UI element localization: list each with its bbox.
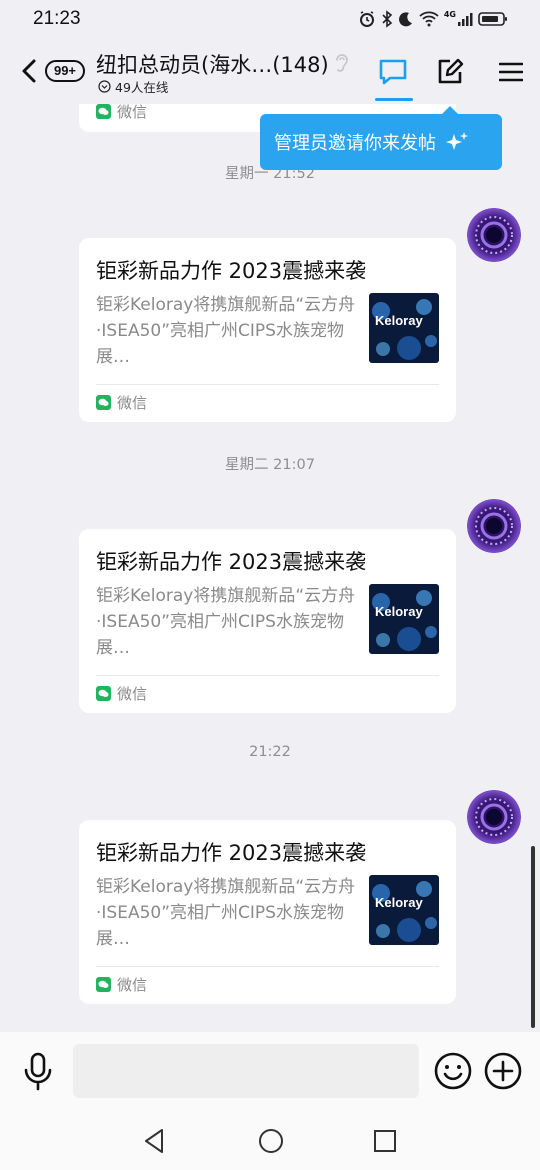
emoji-icon xyxy=(434,1052,472,1090)
active-tab-indicator xyxy=(375,98,413,101)
thumbnail-brand-text: Keloray xyxy=(375,895,423,910)
card-description: 钜彩Keloray将携旗舰新品“云方舟·ISEA50”亮相广州CIPS水族宠物展… xyxy=(96,586,356,658)
scrollbar[interactable] xyxy=(531,846,535,1028)
card-source-label: 微信 xyxy=(117,976,148,994)
sparkle-icon xyxy=(446,132,468,150)
thumbnail-brand-text: Keloray xyxy=(375,313,423,328)
nav-recent-icon xyxy=(374,1130,396,1152)
post-button[interactable] xyxy=(432,54,468,90)
card-divider xyxy=(96,675,439,676)
nav-recent-button[interactable] xyxy=(370,1126,400,1156)
shared-article-card[interactable]: 钜彩新品力作 2023震撼来袭 钜彩Keloray将携旗舰新品“云方舟·ISEA… xyxy=(79,238,456,422)
status-time: 21:23 xyxy=(33,8,81,29)
online-status[interactable]: 49人在线 xyxy=(98,77,168,96)
chevron-down-circle-icon xyxy=(98,80,111,93)
avatar[interactable] xyxy=(467,208,521,262)
card-source-label: 微信 xyxy=(117,104,148,121)
avatar[interactable] xyxy=(467,499,521,553)
card-source: 微信 xyxy=(96,683,147,704)
card-description: 钜彩Keloray将携旗舰新品“云方舟·ISEA50”亮相广州CIPS水族宠物展… xyxy=(96,295,356,367)
back-button[interactable] xyxy=(18,56,42,86)
card-source: 微信 xyxy=(96,392,147,413)
nav-back-button[interactable] xyxy=(140,1126,170,1156)
card-divider xyxy=(96,384,439,385)
card-title: 钜彩新品力作 2023震撼来袭 xyxy=(96,259,367,283)
battery-icon xyxy=(478,12,507,26)
message-input-bar xyxy=(0,1032,540,1112)
group-title[interactable]: 纽扣总动员(海水…(148) xyxy=(96,49,329,79)
card-description: 钜彩Keloray将携旗舰新品“云方舟·ISEA50”亮相广州CIPS水族宠物展… xyxy=(96,877,356,949)
card-thumbnail: Keloray xyxy=(369,293,439,363)
card-title: 钜彩新品力作 2023震撼来袭 xyxy=(96,841,367,865)
card-thumbnail: Keloray xyxy=(369,584,439,654)
plus-button[interactable] xyxy=(484,1052,522,1090)
back-arrow-icon xyxy=(22,59,36,83)
emoji-button[interactable] xyxy=(434,1052,472,1090)
plus-icon xyxy=(484,1052,522,1090)
tooltip-text: 管理员邀请你来发帖 xyxy=(274,133,436,154)
network-type: 4G xyxy=(443,9,456,19)
signal-icon xyxy=(458,13,473,26)
card-source: 微信 xyxy=(96,104,147,122)
nav-back-icon xyxy=(145,1129,163,1153)
thumbnail-brand-text: Keloray xyxy=(375,604,423,619)
shared-article-card[interactable]: 钜彩新品力作 2023震撼来袭 钜彩Keloray将携旗舰新品“云方舟·ISEA… xyxy=(79,529,456,713)
shared-article-card[interactable]: 钜彩新品力作 2023震撼来袭 钜彩Keloray将携旗舰新品“云方舟·ISEA… xyxy=(79,820,456,1004)
nav-home-icon xyxy=(259,1129,283,1153)
wechat-icon xyxy=(96,686,111,701)
message-timestamp: 21:22 xyxy=(249,744,291,760)
chat-header: 99+ 纽扣总动员(海水…(148) 49人在线 xyxy=(0,38,540,104)
card-source-label: 微信 xyxy=(117,394,148,412)
menu-icon xyxy=(499,62,523,82)
unread-count-badge[interactable]: 99+ xyxy=(45,60,85,82)
wechat-icon xyxy=(96,104,111,119)
chat-bubble-icon xyxy=(379,59,407,85)
chat-tab-button[interactable] xyxy=(375,54,411,90)
card-divider xyxy=(96,966,439,967)
card-source: 微信 xyxy=(96,974,147,995)
card-source-label: 微信 xyxy=(117,685,148,703)
online-count: 49人在线 xyxy=(115,80,169,95)
edit-post-icon xyxy=(438,58,464,84)
nav-home-button[interactable] xyxy=(256,1126,286,1156)
chat-messages[interactable]: 微信 星期一 21:52 钜彩新品力作 2023震撼来袭 钜彩Keloray将携… xyxy=(0,104,540,1032)
admin-invite-tooltip[interactable]: 管理员邀请你来发帖 xyxy=(260,106,502,170)
card-thumbnail: Keloray xyxy=(369,875,439,945)
microphone-icon xyxy=(24,1052,52,1091)
wifi-icon xyxy=(419,11,439,27)
alarm-icon xyxy=(359,11,374,27)
wechat-icon xyxy=(96,977,111,992)
message-input[interactable] xyxy=(73,1044,419,1098)
avatar[interactable] xyxy=(467,790,521,844)
menu-button[interactable] xyxy=(493,54,529,90)
wechat-icon xyxy=(96,395,111,410)
voice-button[interactable] xyxy=(22,1052,54,1092)
message-timestamp: 星期二 21:07 xyxy=(225,457,315,473)
moon-icon xyxy=(398,12,412,27)
card-title: 钜彩新品力作 2023震撼来袭 xyxy=(96,550,367,574)
status-icons: 4G xyxy=(358,8,508,30)
system-nav-bar xyxy=(0,1112,540,1170)
bluetooth-icon xyxy=(382,10,393,28)
status-bar: 21:23 4G xyxy=(0,0,540,38)
earpiece-icon xyxy=(334,52,350,78)
